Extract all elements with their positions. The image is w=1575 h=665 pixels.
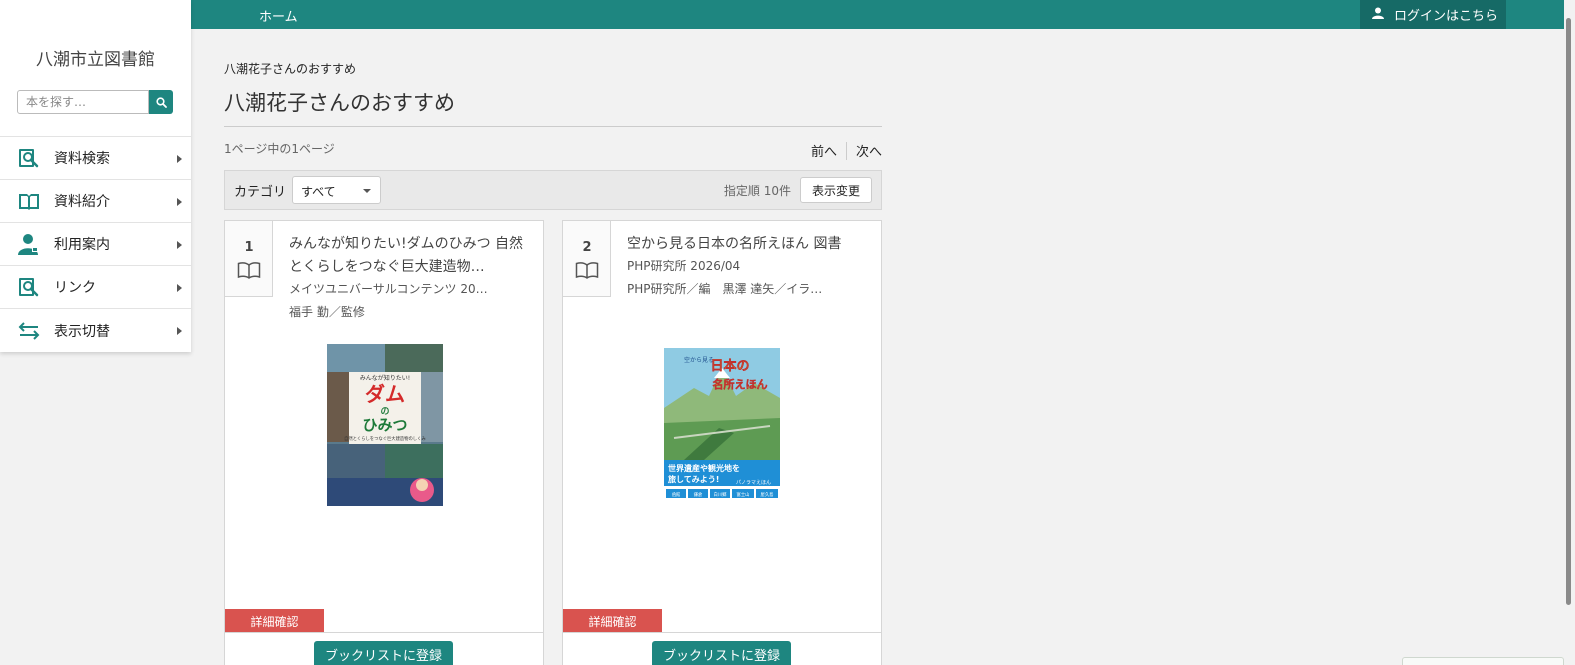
pager-nav: 前へ 次へ xyxy=(811,141,882,160)
cover-banner-text-2: 旅してみよう! xyxy=(668,474,719,484)
search-icon xyxy=(155,93,167,112)
cover-tag: 函館 xyxy=(672,491,681,498)
book-number: 1 xyxy=(244,240,254,255)
sidebar-item-display-toggle[interactable]: 表示切替 xyxy=(0,309,191,352)
user-icon xyxy=(1372,7,1384,23)
sidebar-menu: 資料検索 資料紹介 利用案内 リンク 表示切替 xyxy=(0,136,191,352)
book-author: 福手 勤／監修 xyxy=(289,305,365,319)
cover-big-text: ダム xyxy=(365,382,405,406)
category-select[interactable]: すべて xyxy=(292,176,381,204)
book-publisher: PHP研究所 2026/04 xyxy=(627,259,741,273)
cover-sub-text: 名所えほん xyxy=(713,377,768,391)
book-card: 2 空から見る日本の名所えほん 図書 PHP研究所 2026/04 PHP研究所… xyxy=(562,220,882,665)
cover-sub-text: 自然とくらしをつなぐ巨大建造物のしくみ xyxy=(344,435,426,442)
cover-big-text: 日本の xyxy=(710,358,749,374)
sidebar-item-links[interactable]: リンク xyxy=(0,266,191,309)
pager-divider xyxy=(845,141,847,160)
book-search-icon xyxy=(17,275,41,299)
page-info: 1ページ中の1ページ xyxy=(224,142,335,156)
cover-banner-text-3: パノラマえほん xyxy=(736,480,771,486)
display-change-button[interactable]: 表示変更 xyxy=(800,177,872,203)
sidebar-item-guide[interactable]: 利用案内 xyxy=(0,223,191,266)
category-label: カテゴリ xyxy=(234,185,287,200)
cover-top-text: みんなが知りたい! xyxy=(360,374,410,382)
card-divider xyxy=(225,632,543,633)
library-name: 八潮市立図書館 xyxy=(36,50,155,70)
detail-button[interactable]: 詳細確認 xyxy=(225,609,324,633)
sidebar-item-label: 利用案内 xyxy=(54,237,110,253)
sidebar-item-label: 表示切替 xyxy=(54,323,110,340)
sort-info: 指定順 10件 xyxy=(723,184,791,198)
caret-right-icon xyxy=(177,327,182,335)
sidebar-item-search[interactable]: 資料検索 xyxy=(0,137,191,180)
cover-banner-text-1: 世界遺産や観光地を xyxy=(668,463,740,473)
cover-tag: 鎌倉 xyxy=(694,491,703,498)
search-box xyxy=(17,90,173,114)
detail-button[interactable]: 詳細確認 xyxy=(563,609,662,633)
card-divider xyxy=(563,632,881,633)
search-button[interactable] xyxy=(149,90,173,114)
cover-secret-text: ひみつ xyxy=(362,416,407,434)
book-search-icon xyxy=(17,146,41,170)
filter-bar: カテゴリ すべて 指定順 10件 表示変更 xyxy=(224,170,882,210)
add-to-booklist-button[interactable]: ブックリストに登録 xyxy=(652,641,791,665)
add-to-booklist-button[interactable]: ブックリストに登録 xyxy=(314,641,453,665)
prev-page-link[interactable]: 前へ xyxy=(811,141,837,160)
sidebar-item-label: リンク xyxy=(54,280,96,296)
book-title-link[interactable]: 空から見る日本の名所えほん 図書 xyxy=(627,233,867,256)
login-button[interactable]: ログインはこちら xyxy=(1360,0,1506,29)
open-book-icon xyxy=(17,189,41,213)
pager-row: 1ページ中の1ページ 前へ 次へ xyxy=(224,127,882,163)
book-number: 2 xyxy=(582,240,592,255)
cover-tag: 白川郷 xyxy=(714,491,728,498)
cover-tag: 富士山 xyxy=(737,491,750,498)
breadcrumb: 八潮花子さんのおすすめ xyxy=(224,62,357,76)
sidebar: 八潮市立図書館 資料検索 資料紹介 利用案内 xyxy=(0,0,191,352)
person-icon xyxy=(17,232,41,256)
caret-right-icon xyxy=(177,284,182,292)
login-label: ログインはこちら xyxy=(1394,9,1499,24)
corner-widget-tab[interactable] xyxy=(1402,657,1564,665)
top-navigation-bar: ホーム ログインはこちら xyxy=(191,0,1566,29)
book-publisher: メイツユニバーサルコンテンツ 20… xyxy=(289,282,488,296)
page-scrollbar[interactable] xyxy=(1564,0,1575,665)
next-page-link[interactable]: 次へ xyxy=(856,141,882,160)
book-author: PHP研究所／編 黒澤 達矢／イラ… xyxy=(627,282,823,296)
page-title: 八潮花子さんのおすすめ xyxy=(224,87,882,127)
sidebar-item-label: 資料紹介 xyxy=(54,194,110,210)
chevron-down-icon xyxy=(363,189,371,193)
cover-tag: 屋久島 xyxy=(761,491,775,498)
swap-arrows-icon xyxy=(17,319,41,343)
caret-right-icon xyxy=(177,241,182,249)
sidebar-item-label: 資料検索 xyxy=(54,151,110,167)
scrollbar-thumb[interactable] xyxy=(1566,18,1571,605)
sidebar-item-introduction[interactable]: 資料紹介 xyxy=(0,180,191,223)
open-book-icon xyxy=(237,261,261,283)
book-cover[interactable]: みんなが知りたい! ダム の ひみつ 自然とくらしをつなぐ巨大建造物のしくみ xyxy=(327,344,443,510)
open-book-icon xyxy=(575,261,599,283)
book-number-cell: 2 xyxy=(563,221,611,297)
book-title-link[interactable]: みんなが知りたい!ダムのひみつ 自然とくらしをつなぐ巨大建造物… xyxy=(289,233,529,279)
category-value: すべて xyxy=(301,185,336,199)
book-number-cell: 1 xyxy=(225,221,273,297)
caret-right-icon xyxy=(177,155,182,163)
home-link[interactable]: ホーム xyxy=(259,6,298,25)
book-cover[interactable]: 空から見る 日本の 名所えほん 世界遺産や観光地を 旅してみよう! パノラマえほ… xyxy=(664,348,780,504)
caret-right-icon xyxy=(177,198,182,206)
book-card: 1 みんなが知りたい!ダムのひみつ 自然とくらしをつなぐ巨大建造物… メイツユニ… xyxy=(224,220,544,665)
main-content: 八潮花子さんのおすすめ 八潮花子さんのおすすめ 1ページ中の1ページ 前へ 次へ… xyxy=(224,60,882,210)
search-input[interactable] xyxy=(17,90,149,114)
